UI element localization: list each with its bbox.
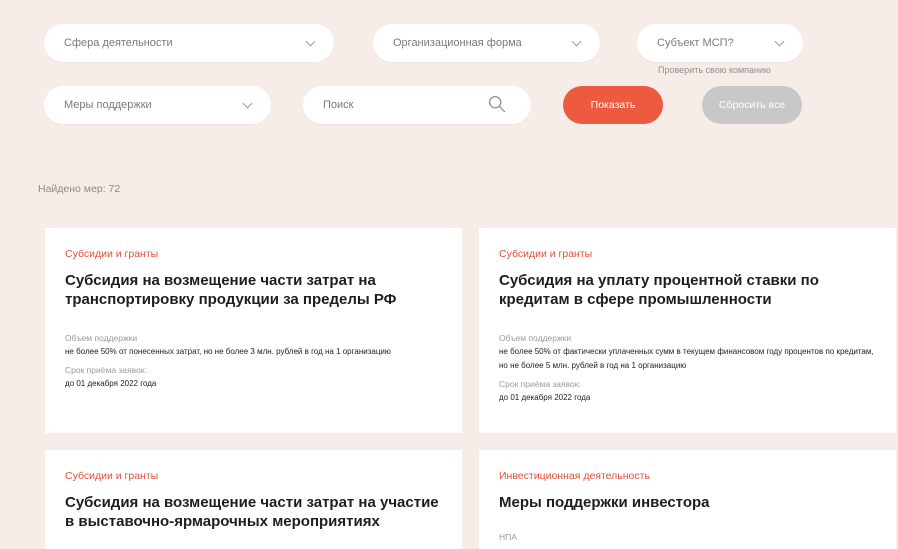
measures-select-label: Меры поддержки — [64, 99, 152, 111]
org-form-select-label: Организационная форма — [393, 37, 522, 49]
card-category: Субсидии и гранты — [65, 248, 159, 260]
card-category: Субсидии и гранты — [499, 248, 593, 260]
measure-card[interactable]: Субсидии и гранты Субсидия на возмещение… — [45, 228, 462, 433]
card-category: Инвестиционная деятельность — [499, 470, 650, 482]
chevron-down-icon — [571, 36, 582, 46]
card-deadline-label: Срок приёма заявок: — [65, 365, 147, 375]
card-volume-value: не более 50% от фактически уплаченных су… — [499, 347, 874, 370]
card-volume-label: Объем поддержки — [499, 333, 572, 343]
found-count: Найдено мер: 72 — [38, 183, 121, 195]
sphere-select[interactable]: Сфера деятельности — [44, 24, 334, 62]
measure-card[interactable]: Субсидии и гранты Субсидия на возмещение… — [45, 450, 462, 549]
measures-select[interactable]: Меры поддержки — [44, 86, 271, 124]
card-deadline-value: до 01 декабря 2022 года — [499, 393, 591, 402]
reset-button[interactable]: Сбросить все — [702, 86, 802, 124]
card-volume-label: НПА — [499, 532, 517, 542]
card-title[interactable]: Меры поддержки инвестора — [499, 493, 876, 512]
org-form-select[interactable]: Организационная форма — [373, 24, 600, 62]
measure-card[interactable]: Субсидии и гранты Субсидия на уплату про… — [479, 228, 896, 433]
card-category: Субсидии и гранты — [65, 470, 159, 482]
msp-select[interactable]: Субъект МСП? — [637, 24, 803, 62]
sphere-select-label: Сфера деятельности — [64, 37, 173, 49]
search-placeholder: Поиск — [323, 99, 354, 111]
card-deadline-label: Срок приёма заявок: — [499, 379, 581, 389]
card-title[interactable]: Субсидия на возмещение части затрат на т… — [65, 271, 442, 309]
check-company-link[interactable]: Проверить свою компанию — [658, 65, 771, 75]
show-button[interactable]: Показать — [563, 86, 663, 124]
msp-select-label: Субъект МСП? — [657, 37, 734, 49]
card-title[interactable]: Субсидия на возмещение части затрат на у… — [65, 493, 442, 531]
card-volume-value: не более 50% от понесенных затрат, но не… — [65, 347, 391, 356]
chevron-down-icon — [242, 98, 253, 108]
card-title[interactable]: Субсидия на уплату процентной ставки по … — [499, 271, 876, 309]
measure-card[interactable]: Инвестиционная деятельность Меры поддерж… — [479, 450, 896, 549]
chevron-down-icon — [774, 36, 785, 46]
chevron-down-icon — [305, 36, 316, 46]
search-icon[interactable] — [488, 95, 506, 113]
card-volume-label: Объем поддержки — [65, 333, 138, 343]
card-deadline-value: до 01 декабря 2022 года — [65, 379, 157, 388]
